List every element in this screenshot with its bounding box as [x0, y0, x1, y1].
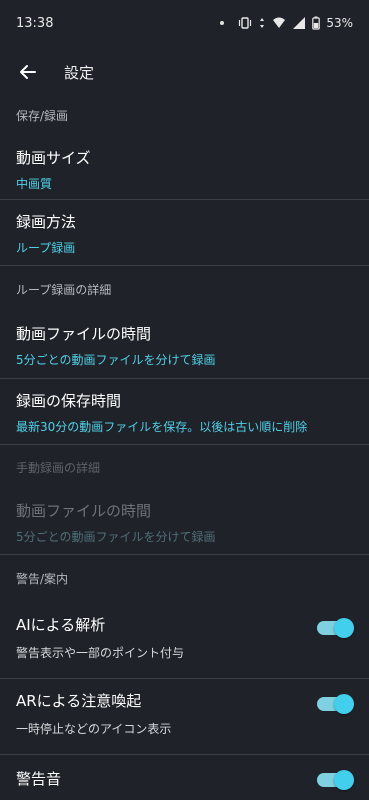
- loop-save-time-value: 最新30分の動画ファイルを保存。以後は古い順に削除: [16, 420, 308, 434]
- loop-file-time-value: 5分ごとの動画ファイルを分けて録画: [16, 353, 216, 367]
- section-header-loop-detail: ループ録画の詳細: [16, 282, 112, 297]
- status-icons: 53%: [220, 16, 353, 30]
- ai-analysis-title: AIによる解析: [16, 616, 106, 634]
- ai-analysis-desc: 警告表示や一部のポイント付与: [16, 646, 185, 660]
- wifi-icon: [273, 17, 286, 28]
- manual-file-time-item: 動画ファイルの時間 5分ごとの動画ファイルを分けて録画: [0, 489, 369, 555]
- warning-sound-toggle[interactable]: [317, 770, 354, 790]
- battery-icon: [312, 16, 321, 30]
- video-size-item[interactable]: 動画サイズ 中画質: [0, 132, 369, 200]
- ar-alert-desc: 一時停止などのアイコン表示: [16, 722, 172, 736]
- record-method-value: ループ録画: [16, 241, 76, 255]
- record-method-item[interactable]: 録画方法 ループ録画: [0, 200, 369, 266]
- warning-sound-title: 警告音: [16, 770, 62, 788]
- vibrate-icon: [239, 17, 252, 29]
- back-button[interactable]: [16, 60, 40, 84]
- video-size-title: 動画サイズ: [16, 149, 91, 167]
- warning-sound-item[interactable]: 警告音: [0, 755, 369, 800]
- toggle-knob: [334, 770, 354, 790]
- loop-save-time-title: 録画の保存時間: [16, 392, 122, 410]
- ai-analysis-toggle[interactable]: [317, 618, 354, 638]
- ar-alert-title: ARによる注意喚起: [16, 692, 142, 710]
- ar-alert-toggle[interactable]: [317, 694, 354, 714]
- section-header-manual-detail: 手動録画の詳細: [16, 460, 101, 475]
- status-bar: 13:38 53%: [0, 0, 369, 46]
- loop-file-time-title: 動画ファイルの時間: [16, 325, 152, 343]
- signal-icon: [293, 17, 306, 29]
- loop-save-time-item[interactable]: 録画の保存時間 最新30分の動画ファイルを保存。以後は古い順に削除: [0, 379, 369, 445]
- section-header-warning: 警告/案内: [16, 571, 69, 586]
- toggle-knob: [334, 694, 354, 714]
- ar-alert-item[interactable]: ARによる注意喚起 一時停止などのアイコン表示: [0, 679, 369, 755]
- status-time: 13:38: [16, 15, 54, 31]
- record-method-title: 録画方法: [16, 213, 77, 231]
- manual-file-time-value: 5分ごとの動画ファイルを分けて録画: [16, 530, 216, 544]
- battery-percent: 53%: [326, 16, 353, 30]
- ai-analysis-item[interactable]: AIによる解析 警告表示や一部のポイント付与: [0, 601, 369, 679]
- app-bar: 設定: [0, 46, 369, 98]
- arrow-back-icon: [20, 65, 36, 79]
- manual-file-time-title: 動画ファイルの時間: [16, 502, 152, 520]
- toggle-knob: [334, 618, 354, 638]
- notification-dot-icon: [220, 21, 225, 25]
- loop-file-time-item[interactable]: 動画ファイルの時間 5分ごとの動画ファイルを分けて録画: [0, 312, 369, 379]
- video-size-value: 中画質: [16, 177, 53, 191]
- section-header-save-record: 保存/録画: [16, 108, 69, 123]
- data-arrows-icon: [260, 18, 265, 28]
- page-title: 設定: [64, 63, 95, 82]
